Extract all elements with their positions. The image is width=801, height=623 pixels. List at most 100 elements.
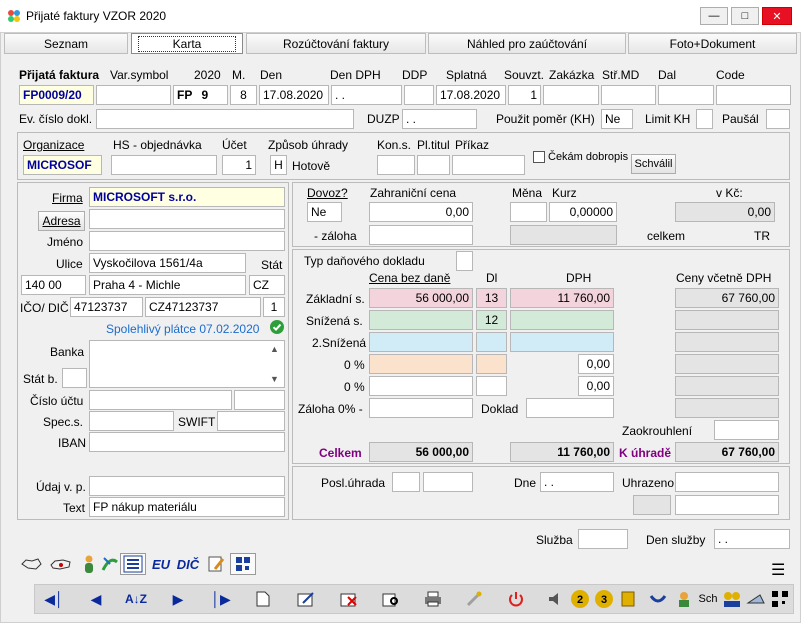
next-record-icon[interactable]: ▶ — [162, 586, 194, 612]
find-icon[interactable] — [375, 586, 407, 612]
vat-base-field[interactable]: 56 000,00 — [369, 288, 473, 308]
dic-field[interactable]: CZ47123737 — [145, 297, 261, 317]
den-dph-field[interactable]: . . — [331, 85, 402, 105]
statb-field[interactable] — [62, 368, 87, 388]
pltitul-field[interactable] — [417, 155, 450, 175]
delete-icon[interactable] — [333, 586, 365, 612]
series-field[interactable]: FP 9 — [173, 85, 228, 105]
souvzt-field[interactable]: 1 — [508, 85, 541, 105]
zahr-cena-field[interactable]: 0,00 — [369, 202, 473, 222]
month-field[interactable]: 8 — [230, 85, 257, 105]
power-icon[interactable] — [500, 586, 532, 612]
ico-flag-field[interactable]: 1 — [263, 297, 285, 317]
posl-uhrada-field-2[interactable] — [423, 472, 473, 492]
dic-check-button[interactable]: DIČ — [175, 553, 201, 575]
code-field[interactable] — [716, 85, 791, 105]
typ-dokladu-field[interactable] — [456, 251, 473, 271]
vat-dph-field[interactable] — [510, 332, 614, 352]
tab-karta[interactable]: Karta — [131, 33, 243, 54]
dovoz-field[interactable]: Ne — [307, 202, 342, 222]
ico-field[interactable]: 47123737 — [70, 297, 143, 317]
zakazka-field[interactable] — [543, 85, 599, 105]
vat-dph-field[interactable]: 0,00 — [578, 376, 614, 396]
jmeno-field[interactable] — [89, 231, 285, 251]
tools-icon[interactable] — [459, 586, 491, 612]
map-cz-icon[interactable] — [18, 553, 44, 575]
mena-field[interactable] — [510, 202, 547, 222]
pausal-field[interactable] — [766, 109, 790, 129]
vat-rate-field[interactable]: 12 — [476, 310, 507, 330]
stat-field[interactable]: CZ — [249, 275, 285, 295]
adresa-button[interactable]: Adresa — [38, 211, 85, 231]
vat-dph-field[interactable] — [510, 310, 614, 330]
company-register-icon[interactable] — [120, 553, 146, 575]
firma2-field[interactable] — [89, 209, 285, 229]
eu-vat-button[interactable]: EU — [148, 553, 174, 575]
map-sk-icon[interactable] — [48, 553, 74, 575]
den-field[interactable]: 17.08.2020 — [259, 85, 329, 105]
vat-rate-field[interactable]: 13 — [476, 288, 507, 308]
schvalil-button[interactable]: Schválil — [631, 154, 676, 174]
uhrazeno-field-2[interactable] — [675, 495, 779, 515]
banka-field[interactable] — [89, 340, 285, 388]
scroll-down-icon[interactable]: ▼ — [270, 374, 279, 384]
organizace-field[interactable]: MICROSOF — [23, 155, 102, 175]
vat-base-field[interactable] — [369, 310, 473, 330]
qr-code-icon[interactable] — [230, 553, 256, 575]
hs-field[interactable] — [111, 155, 217, 175]
previous-record-icon[interactable]: ◀ — [80, 586, 112, 612]
edit-note-icon[interactable] — [203, 553, 229, 575]
edit-icon[interactable] — [290, 586, 322, 612]
qr-scan-icon[interactable] — [764, 586, 796, 612]
tab-foto[interactable]: Foto+Dokument — [628, 33, 797, 54]
spec-field[interactable] — [89, 411, 174, 431]
scroll-up-icon[interactable]: ▲ — [270, 344, 279, 354]
zaloha0-field[interactable] — [369, 398, 473, 418]
kurz-field[interactable]: 0,00000 — [549, 202, 617, 222]
print-icon[interactable] — [417, 586, 449, 612]
posl-uhrada-field[interactable] — [392, 472, 420, 492]
strmd-field[interactable] — [601, 85, 656, 105]
splatna-field[interactable]: 17.08.2020 — [436, 85, 506, 105]
udaj-field[interactable] — [89, 476, 285, 496]
maximize-button[interactable]: □ — [731, 7, 759, 25]
zaloha-field[interactable] — [369, 225, 473, 245]
doklad-field[interactable] — [526, 398, 614, 418]
menu-icon[interactable]: ☰ — [771, 560, 785, 580]
kons-field[interactable] — [377, 155, 415, 175]
vat-dph-field[interactable]: 11 760,00 — [510, 288, 614, 308]
vat-rate-field[interactable] — [476, 332, 507, 352]
new-document-icon[interactable] — [247, 586, 279, 612]
uhrazeno-field[interactable] — [675, 472, 779, 492]
firma-field[interactable]: MICROSOFT s.r.o. — [89, 187, 285, 207]
ucet-field[interactable]: 1 — [222, 155, 256, 175]
ddp-field[interactable] — [404, 85, 434, 105]
minimize-button[interactable]: — — [700, 7, 728, 25]
varsym-field[interactable] — [96, 85, 171, 105]
tab-nahled[interactable]: Náhled pro zaúčtování — [428, 33, 626, 54]
vat-rate-field[interactable] — [476, 354, 507, 374]
mesto-field[interactable]: Praha 4 - Michle — [89, 275, 246, 295]
kod-banky-field[interactable] — [234, 390, 285, 410]
limit-kh-field[interactable] — [696, 109, 713, 129]
tab-rozuctovani[interactable]: Rozúčtování faktury — [246, 33, 426, 54]
zpusob-code-field[interactable]: H — [270, 155, 287, 175]
vat-base-field[interactable] — [369, 332, 473, 352]
book-icon[interactable] — [612, 586, 644, 612]
first-record-icon[interactable]: ◀│ — [38, 586, 70, 612]
dne-field[interactable]: . . — [540, 472, 614, 492]
ulice-field[interactable]: Vyskočilova 1561/4a — [89, 253, 246, 273]
close-button[interactable]: ✕ — [762, 7, 792, 25]
vat-base-field[interactable] — [369, 376, 473, 396]
vat-base-field[interactable] — [369, 354, 473, 374]
tab-seznam[interactable]: Seznam — [4, 33, 128, 54]
zaokrouhleni-field[interactable] — [714, 420, 779, 440]
duzp-field[interactable]: . . — [402, 109, 477, 129]
last-record-icon[interactable]: │▶ — [205, 586, 237, 612]
sort-az-icon[interactable]: A↓Z — [120, 586, 152, 612]
dal-field[interactable] — [658, 85, 714, 105]
psc-field[interactable]: 140 00 — [21, 275, 86, 295]
cislo-uctu-field[interactable] — [89, 390, 232, 410]
pomer-field[interactable]: Ne — [601, 109, 633, 129]
iban-field[interactable] — [89, 432, 285, 452]
